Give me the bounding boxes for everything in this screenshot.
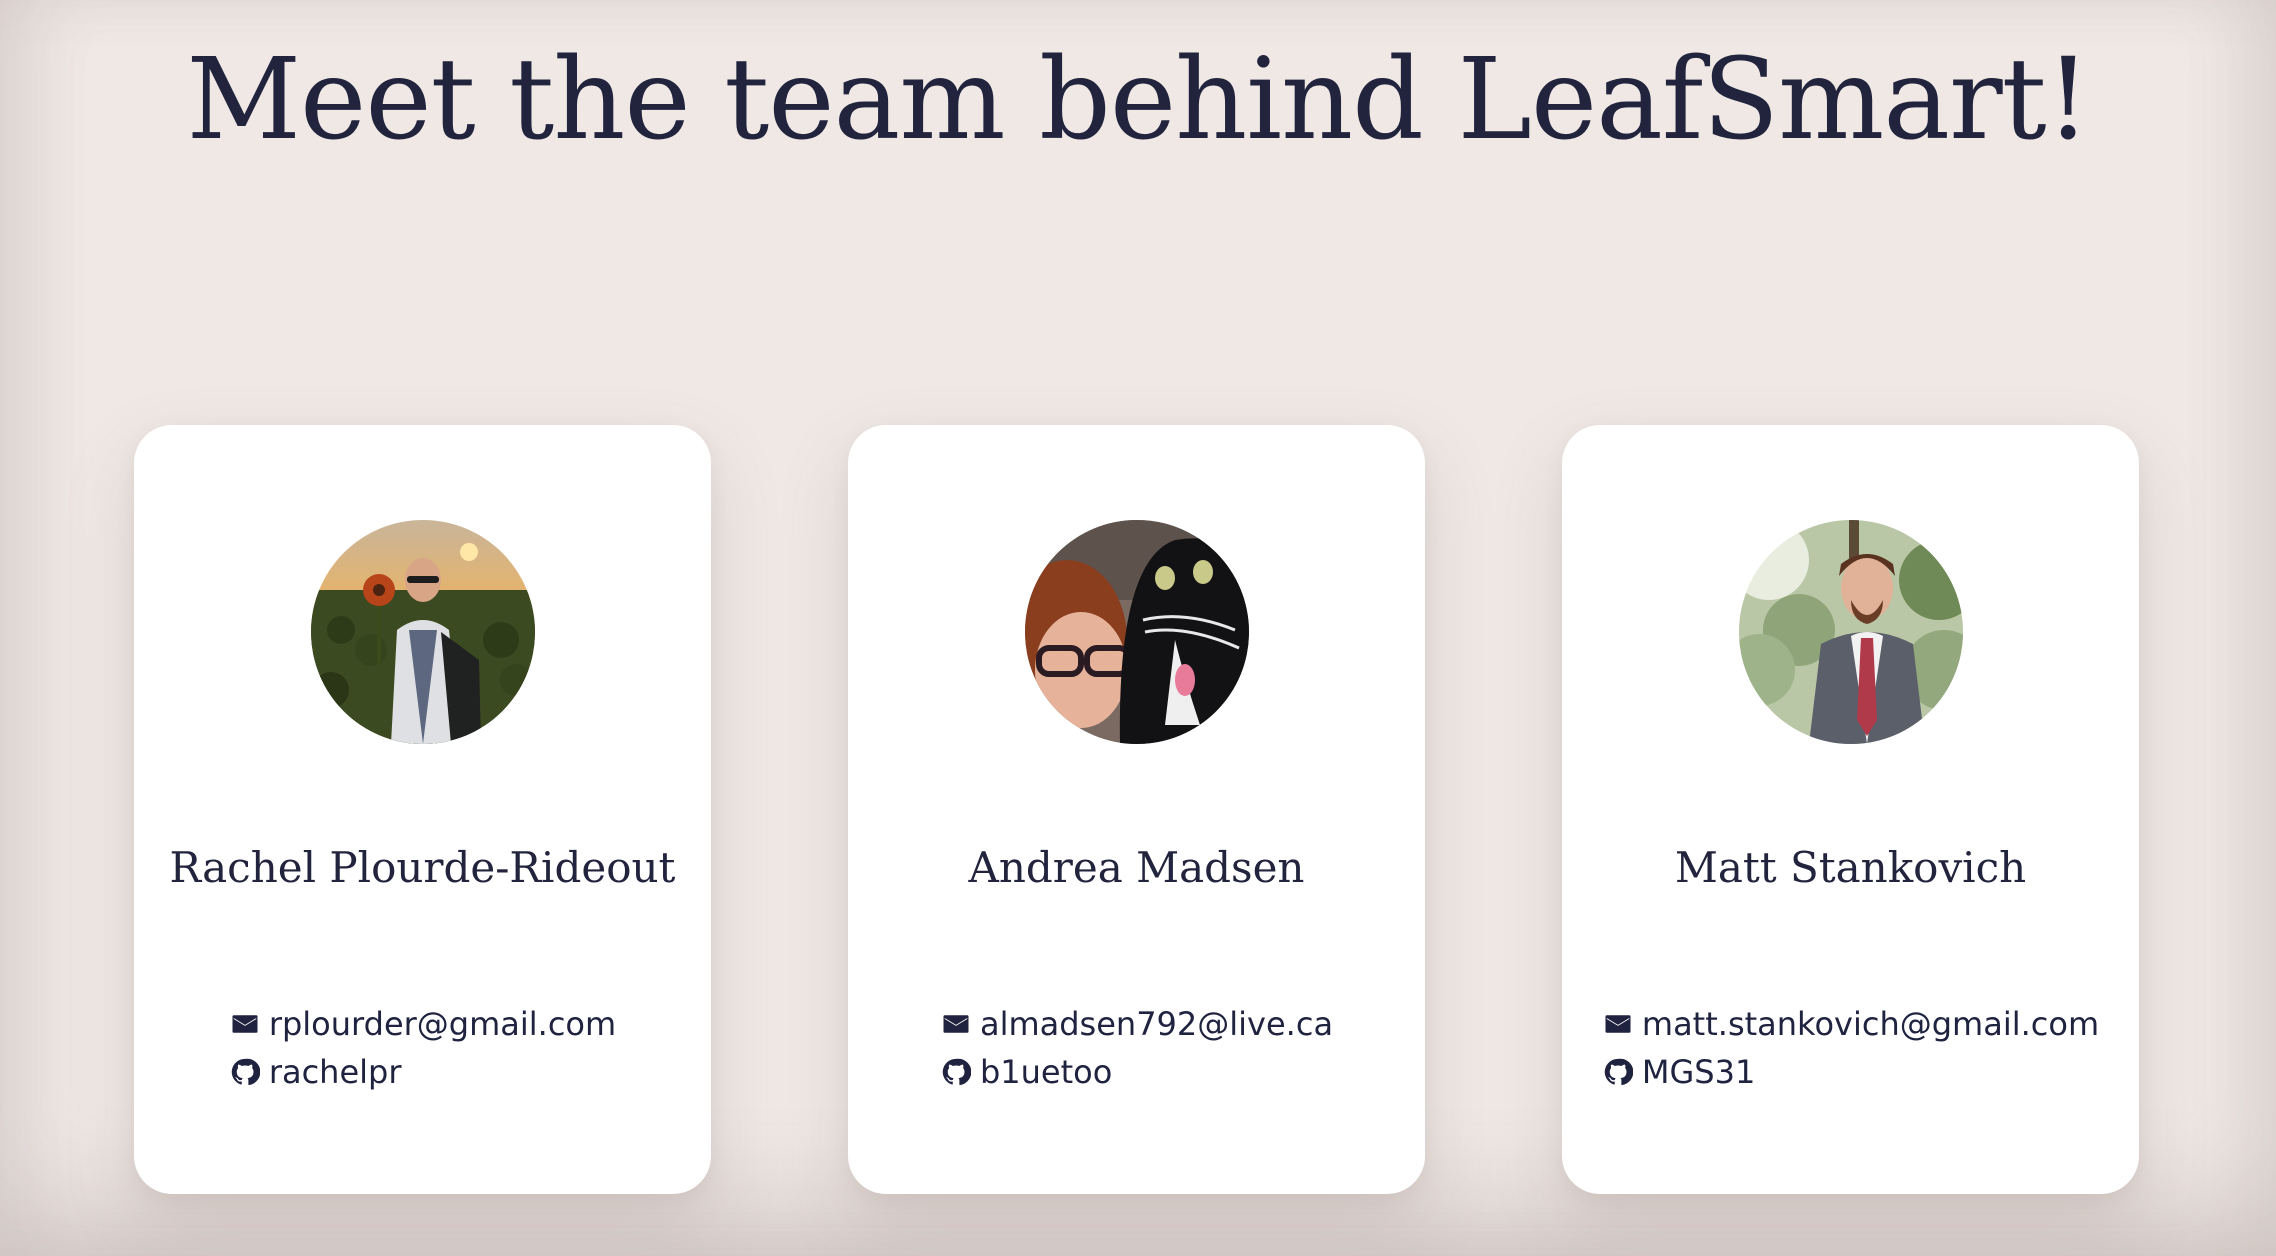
page-title: Meet the team behind LeafSmart!	[186, 35, 2090, 165]
contact-info: rplourder@gmail.com rachelpr	[134, 1000, 711, 1096]
avatar-matt	[1739, 520, 1963, 744]
email-icon	[1602, 1008, 1634, 1040]
contact-info: matt.stankovich@gmail.com MGS31	[1562, 1000, 2139, 1096]
contact-info: almadsen792@live.ca b1uetoo	[848, 1000, 1425, 1096]
github-text: b1uetoo	[979, 1053, 1113, 1091]
team-card-matt: Matt Stankovich matt.stankovich@gmail.co…	[1562, 425, 2139, 1194]
avatar-photo	[311, 520, 535, 744]
avatar-andrea	[1025, 520, 1249, 744]
email-text: matt.stankovich@gmail.com	[1641, 1005, 2100, 1043]
email-text: almadsen792@live.ca	[979, 1005, 1334, 1043]
github-icon	[1602, 1056, 1634, 1088]
avatar-rachel	[311, 520, 535, 744]
email-link[interactable]: rplourder@gmail.com	[229, 1000, 616, 1048]
github-link[interactable]: MGS31	[1602, 1048, 2099, 1096]
email-icon	[940, 1008, 972, 1040]
github-link[interactable]: b1uetoo	[940, 1048, 1333, 1096]
github-icon	[229, 1056, 261, 1088]
team-card-rachel: Rachel Plourde-Rideout rplourder@gmail.c…	[134, 425, 711, 1194]
avatar-photo	[1025, 520, 1249, 744]
email-icon	[229, 1008, 261, 1040]
avatar-photo	[1739, 520, 1963, 744]
member-name: Matt Stankovich	[1674, 843, 2027, 892]
email-link[interactable]: almadsen792@live.ca	[940, 1000, 1333, 1048]
email-text: rplourder@gmail.com	[268, 1005, 617, 1043]
github-link[interactable]: rachelpr	[229, 1048, 616, 1096]
github-text: rachelpr	[268, 1053, 402, 1091]
team-card-andrea: Andrea Madsen almadsen792@live.ca b1ueto…	[848, 425, 1425, 1194]
member-name: Rachel Plourde-Rideout	[169, 843, 676, 892]
github-text: MGS31	[1641, 1053, 1756, 1091]
email-link[interactable]: matt.stankovich@gmail.com	[1602, 1000, 2099, 1048]
member-name: Andrea Madsen	[968, 843, 1305, 892]
github-icon	[940, 1056, 972, 1088]
